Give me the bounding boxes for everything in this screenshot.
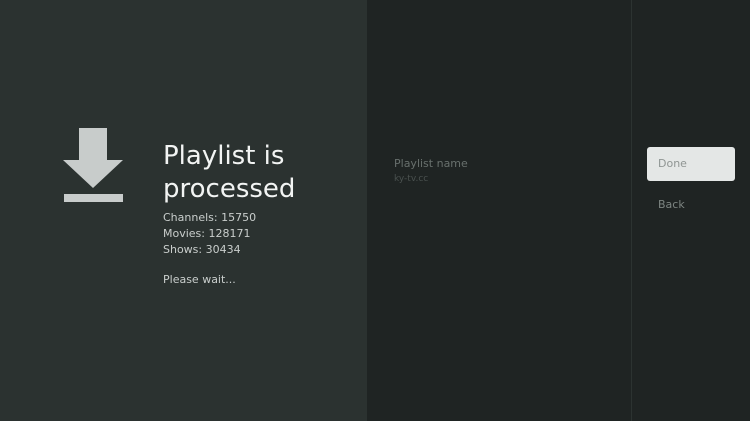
channels-count: Channels: 15750 — [163, 211, 257, 224]
status-panel: Playlist is processed Channels: 15750 Mo… — [0, 0, 367, 421]
back-button[interactable]: Back — [658, 198, 685, 211]
done-button[interactable]: Done — [647, 147, 735, 181]
playlist-info-panel: Playlist name ky-tv.cc — [367, 0, 631, 421]
shows-count: Shows: 30434 — [163, 243, 241, 256]
wait-message: Please wait... — [163, 273, 236, 286]
playlist-name-label: Playlist name — [394, 157, 468, 170]
screen: Playlist is processed Channels: 15750 Mo… — [0, 0, 750, 421]
playlist-stats: Channels: 15750 Movies: 128171 Shows: 30… — [163, 210, 256, 258]
status-title: Playlist is processed — [163, 141, 296, 204]
download-icon — [63, 128, 123, 202]
actions-panel: Done Back — [631, 0, 750, 421]
playlist-name-value: ky-tv.cc — [394, 174, 429, 184]
movies-count: Movies: 128171 — [163, 227, 251, 240]
